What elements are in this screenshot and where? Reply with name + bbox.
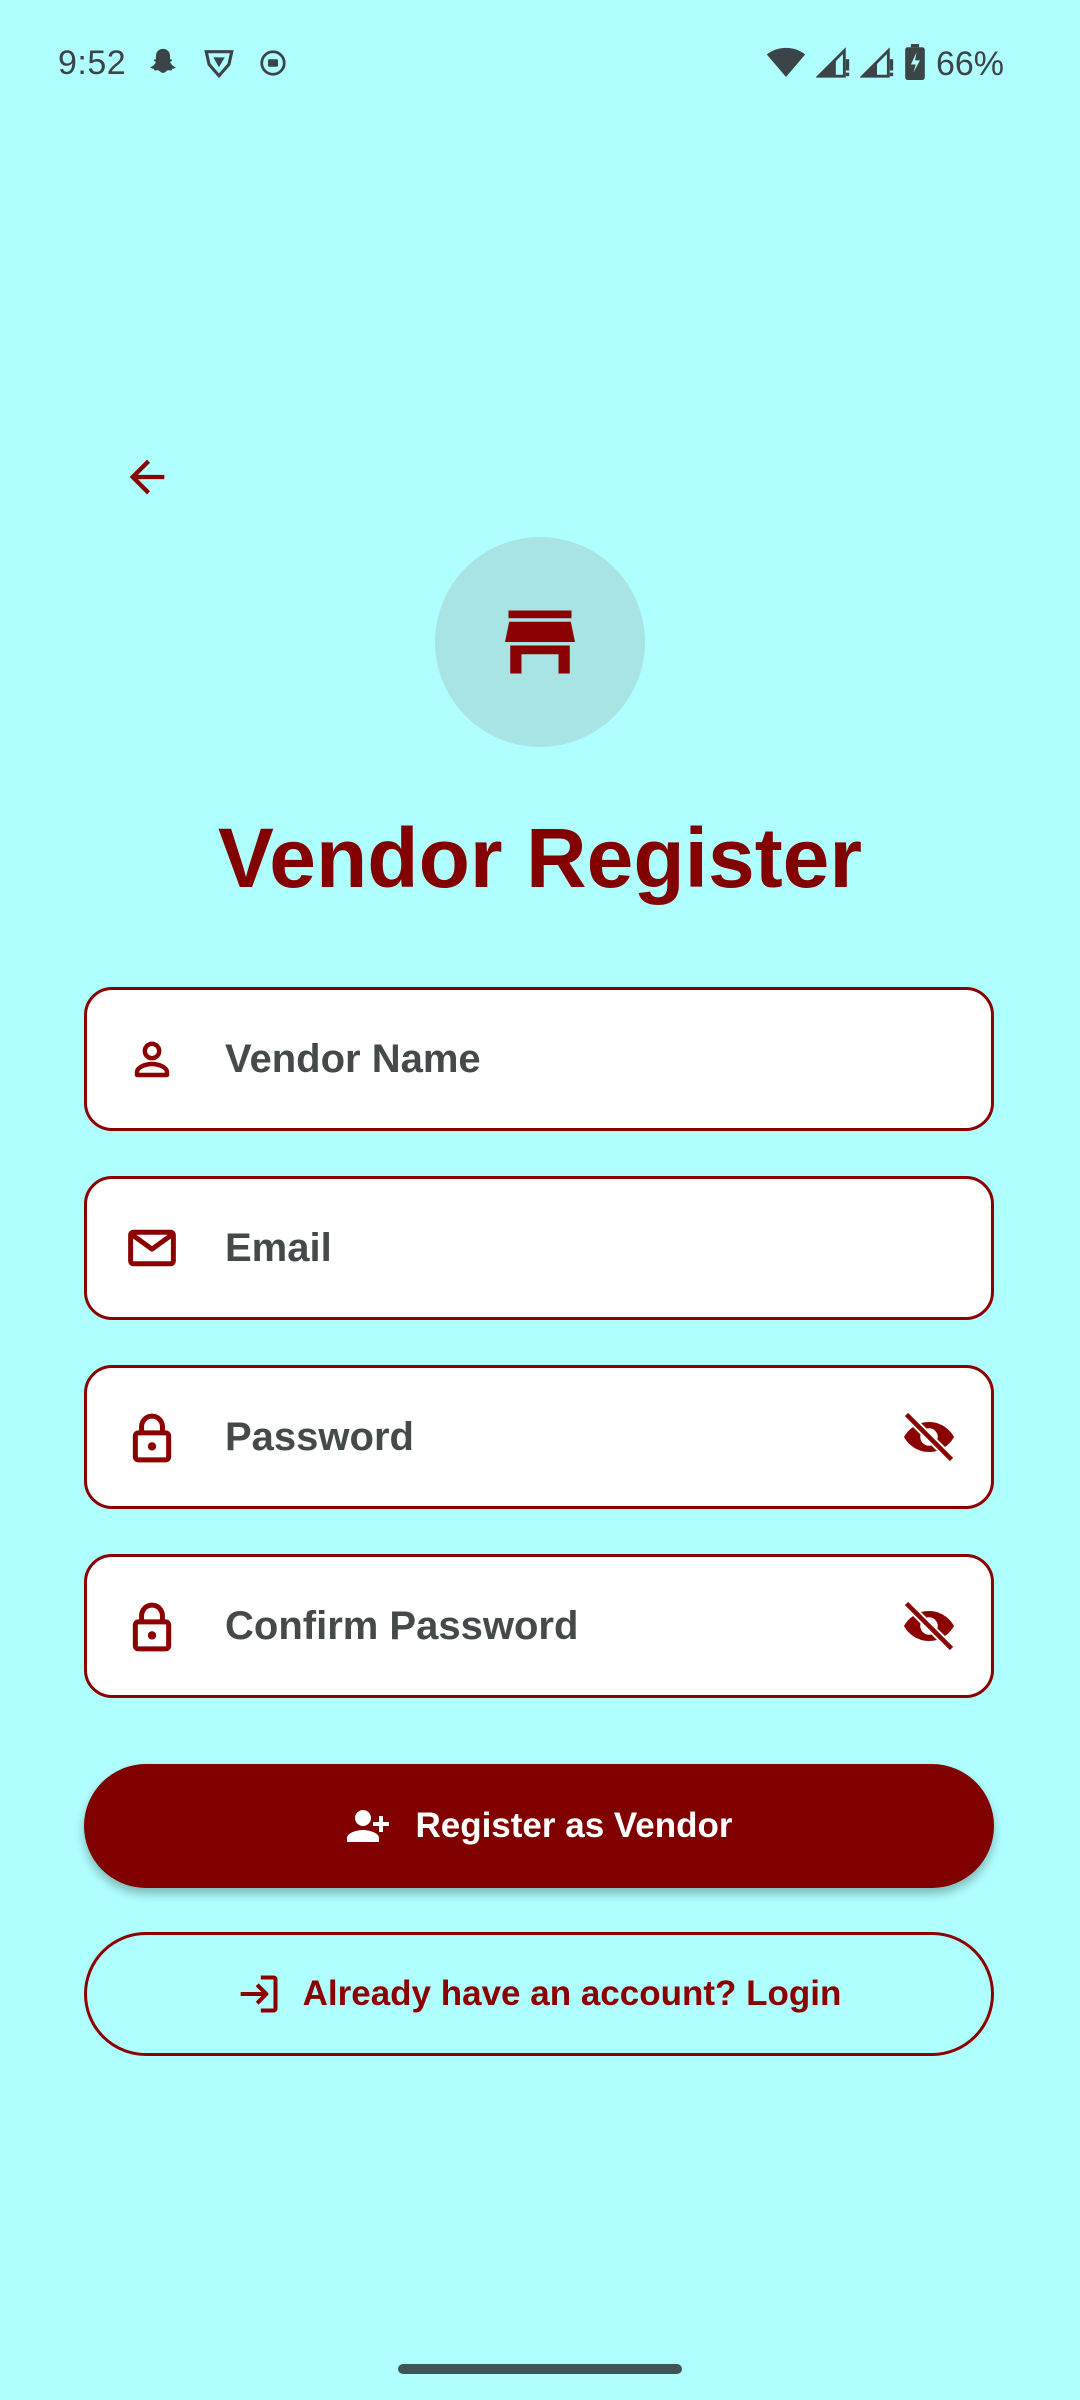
mail-icon <box>123 1219 181 1277</box>
back-button[interactable] <box>110 440 184 514</box>
page-title: Vendor Register <box>217 811 863 905</box>
email-input[interactable] <box>223 1179 871 1317</box>
lock-icon <box>123 1597 181 1655</box>
eye-off-icon[interactable] <box>897 1405 961 1469</box>
vendor-name-input[interactable] <box>223 990 871 1128</box>
login-button-label: Already have an account? Login <box>302 1974 842 2013</box>
signal-icon <box>859 45 894 84</box>
email-field[interactable] <box>84 1176 994 1320</box>
login-icon <box>240 1975 278 2013</box>
status-time: 9:52 <box>58 44 127 82</box>
wifi-icon <box>766 45 806 84</box>
arrow-back-icon <box>129 459 165 495</box>
screen-record-icon <box>258 48 288 83</box>
battery-icon <box>904 44 926 85</box>
signal-icon <box>815 45 850 84</box>
battery-percentage: 66% <box>935 45 1004 83</box>
store-avatar <box>435 537 645 747</box>
status-bar: 9:52 66% <box>0 0 1080 130</box>
store-icon <box>505 610 575 674</box>
password-field[interactable] <box>84 1365 994 1509</box>
person-icon <box>123 1030 181 1088</box>
register-as-vendor-button[interactable]: Register as Vendor <box>84 1764 994 1888</box>
eye-off-icon[interactable] <box>897 1594 961 1658</box>
vendor-name-field[interactable] <box>84 987 994 1131</box>
lock-icon <box>123 1408 181 1466</box>
person-add-icon <box>347 1810 390 1842</box>
vpn-shield-icon <box>202 46 236 85</box>
register-button-label: Register as Vendor <box>415 1806 733 1845</box>
status-system-icons: 66% <box>766 44 1004 85</box>
login-button[interactable]: Already have an account? Login <box>84 1932 994 2056</box>
snapchat-icon <box>146 46 180 85</box>
gesture-navigation-bar[interactable] <box>398 2364 682 2374</box>
confirm-password-input[interactable] <box>223 1557 871 1695</box>
status-notification-icons <box>146 46 288 85</box>
confirm-password-field[interactable] <box>84 1554 994 1698</box>
password-input[interactable] <box>223 1368 871 1506</box>
